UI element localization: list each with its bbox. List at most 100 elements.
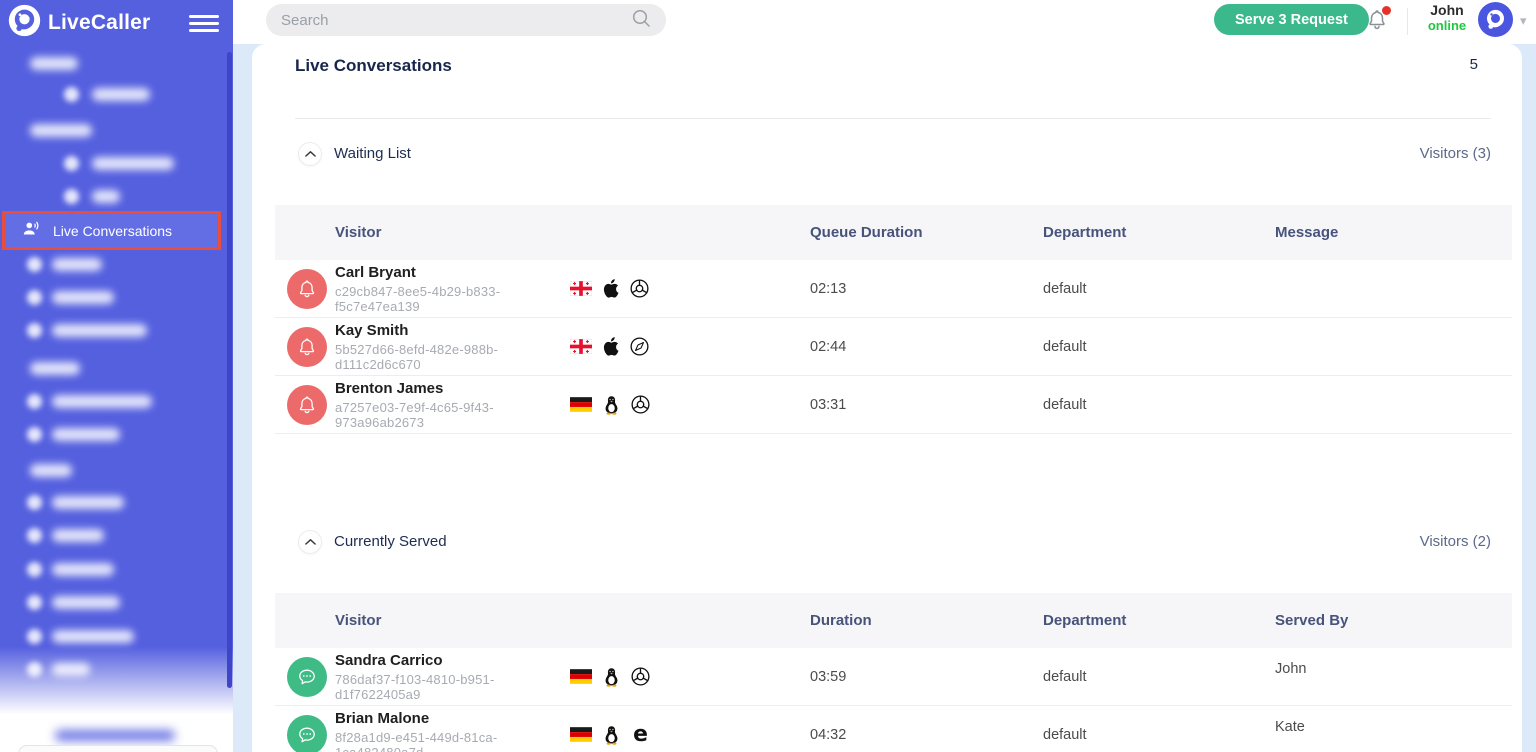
chat-icon — [287, 656, 327, 697]
waiting-row[interactable]: Carl Bryant c29cb847-8ee5-4b29-b833-f5c7… — [275, 260, 1512, 318]
sidebar-item[interactable] — [92, 157, 174, 170]
visitor-uuid: c29cb847-8ee5-4b29-b833-f5c7e47ea139 — [335, 283, 501, 314]
country-flag-icon — [570, 669, 592, 684]
column-header-department: Department — [1043, 224, 1127, 241]
visitor-uuid: 5b527d66-8efd-482e-988b-d111c2d6c670 — [335, 341, 499, 372]
sidebar-item[interactable] — [92, 190, 120, 203]
sidebar-item-live-conversations[interactable]: Live Conversations — [2, 211, 221, 250]
waiting-list-table: Visitor Queue Duration Department Messag… — [275, 205, 1512, 434]
user-name: John — [1430, 2, 1464, 18]
os-icon — [603, 337, 619, 356]
sidebar-section-label — [30, 57, 78, 70]
svg-text:e: e — [633, 725, 648, 744]
topbar: Serve 3 Request John online ▾ — [233, 0, 1536, 44]
page-title: Live Conversations — [295, 56, 452, 75]
served-row[interactable]: Brian Malone 8f28a1d9-e451-449d-81ca-1ca… — [275, 706, 1512, 752]
bell-icon — [287, 384, 327, 425]
queue-duration-cell: 03:31 — [810, 396, 847, 413]
sidebar-item-icon — [27, 427, 42, 442]
served-visitors-count: Visitors (2) — [1419, 533, 1491, 550]
served-row[interactable]: Sandra Carrico 786daf37-f103-4810-b951-d… — [275, 648, 1512, 706]
column-header-queue-duration: Queue Duration — [810, 224, 923, 241]
sidebar-item-icon — [64, 87, 79, 102]
live-conversations-icon — [22, 220, 42, 242]
sidebar-item[interactable] — [52, 596, 120, 609]
os-icon — [603, 279, 619, 298]
os-icon — [603, 725, 620, 745]
sidebar-section-label — [30, 124, 92, 137]
user-menu-chevron-down-icon[interactable]: ▾ — [1520, 13, 1527, 29]
waiting-table-header: Visitor Queue Duration Department Messag… — [275, 205, 1512, 260]
sidebar-item-icon — [27, 290, 42, 305]
os-icon — [603, 667, 620, 687]
queue-duration-cell: 02:13 — [810, 280, 847, 297]
brand-name: LiveCaller — [48, 11, 151, 34]
sidebar-footer-link[interactable] — [55, 730, 175, 741]
sidebar-section-label — [30, 464, 72, 477]
search-icon — [631, 8, 651, 33]
sidebar-item[interactable] — [52, 428, 120, 441]
visitor-uuid: 8f28a1d9-e451-449d-81ca-1ca482480a7d — [335, 729, 498, 752]
hamburger-menu-icon[interactable] — [189, 11, 219, 36]
sidebar-item-icon — [64, 189, 79, 204]
visitor-name: Carl Bryant — [335, 263, 416, 281]
currently-served-section-header: Currently Served Visitors (2) — [252, 530, 1522, 554]
currently-served-table: Visitor Duration Department Served By Sa… — [275, 593, 1512, 752]
column-header-department: Department — [1043, 612, 1127, 629]
livecaller-logo-icon — [8, 4, 41, 42]
sidebar-item[interactable] — [52, 258, 102, 271]
sidebar-item[interactable] — [52, 324, 147, 337]
visitor-name: Sandra Carrico — [335, 651, 443, 669]
sidebar-item[interactable] — [52, 529, 104, 542]
waiting-list-section-header: Waiting List Visitors (3) — [252, 142, 1522, 166]
sidebar-item-icon — [27, 662, 42, 677]
chevron-up-icon — [304, 539, 316, 545]
browser-icon — [630, 337, 649, 356]
notifications-bell-icon[interactable] — [1366, 6, 1392, 36]
sidebar-item-icon — [64, 156, 79, 171]
duration-cell: 04:32 — [810, 726, 847, 743]
sidebar-item[interactable] — [52, 395, 152, 408]
column-header-served-by: Served By — [1275, 612, 1349, 629]
waiting-list-collapse-button[interactable] — [298, 142, 322, 166]
currently-served-collapse-button[interactable] — [298, 530, 322, 554]
browser-icon: e — [631, 725, 650, 744]
waiting-row[interactable]: Kay Smith 5b527d66-8efd-482e-988b-d111c2… — [275, 318, 1512, 376]
search-bar[interactable] — [266, 4, 666, 36]
column-header-visitor: Visitor — [335, 224, 382, 241]
sidebar-item-label: Live Conversations — [53, 222, 173, 239]
chat-icon — [287, 714, 327, 752]
sidebar-item-icon — [27, 394, 42, 409]
column-header-duration: Duration — [810, 612, 872, 629]
bell-icon — [287, 268, 327, 309]
waiting-row[interactable]: Brenton James a7257e03-7e9f-4c65-9f43-97… — [275, 376, 1512, 434]
waiting-visitors-count: Visitors (3) — [1419, 145, 1491, 162]
sidebar-scrollbar[interactable] — [227, 52, 232, 688]
chevron-up-icon — [304, 151, 316, 157]
serve-request-button[interactable]: Serve 3 Request — [1214, 4, 1369, 35]
visitor-uuid: a7257e03-7e9f-4c65-9f43-973a96ab2673 — [335, 399, 494, 430]
currently-served-title: Currently Served — [334, 533, 447, 550]
duration-cell: 03:59 — [810, 668, 847, 685]
sidebar-item[interactable] — [92, 88, 150, 101]
column-header-message: Message — [1275, 224, 1339, 241]
country-flag-icon — [570, 281, 592, 296]
sidebar-item-icon — [27, 528, 42, 543]
visitor-name: Kay Smith — [335, 321, 409, 339]
sidebar-item[interactable] — [52, 630, 134, 643]
sidebar-item-icon — [27, 323, 42, 338]
sidebar-item[interactable] — [52, 496, 124, 509]
country-flag-icon — [570, 397, 592, 412]
sidebar-item-icon — [27, 629, 42, 644]
user-menu[interactable]: John online — [1419, 2, 1475, 33]
notification-badge — [1382, 6, 1391, 15]
browser-icon — [631, 395, 650, 414]
served-by-cell: Kate — [1275, 719, 1305, 735]
user-avatar[interactable] — [1478, 2, 1513, 37]
search-input[interactable] — [281, 11, 631, 29]
sidebar-item[interactable] — [52, 291, 114, 304]
sidebar-item[interactable] — [52, 663, 90, 676]
sidebar-item-icon — [27, 562, 42, 577]
country-flag-icon — [570, 727, 592, 742]
sidebar-item[interactable] — [52, 563, 114, 576]
